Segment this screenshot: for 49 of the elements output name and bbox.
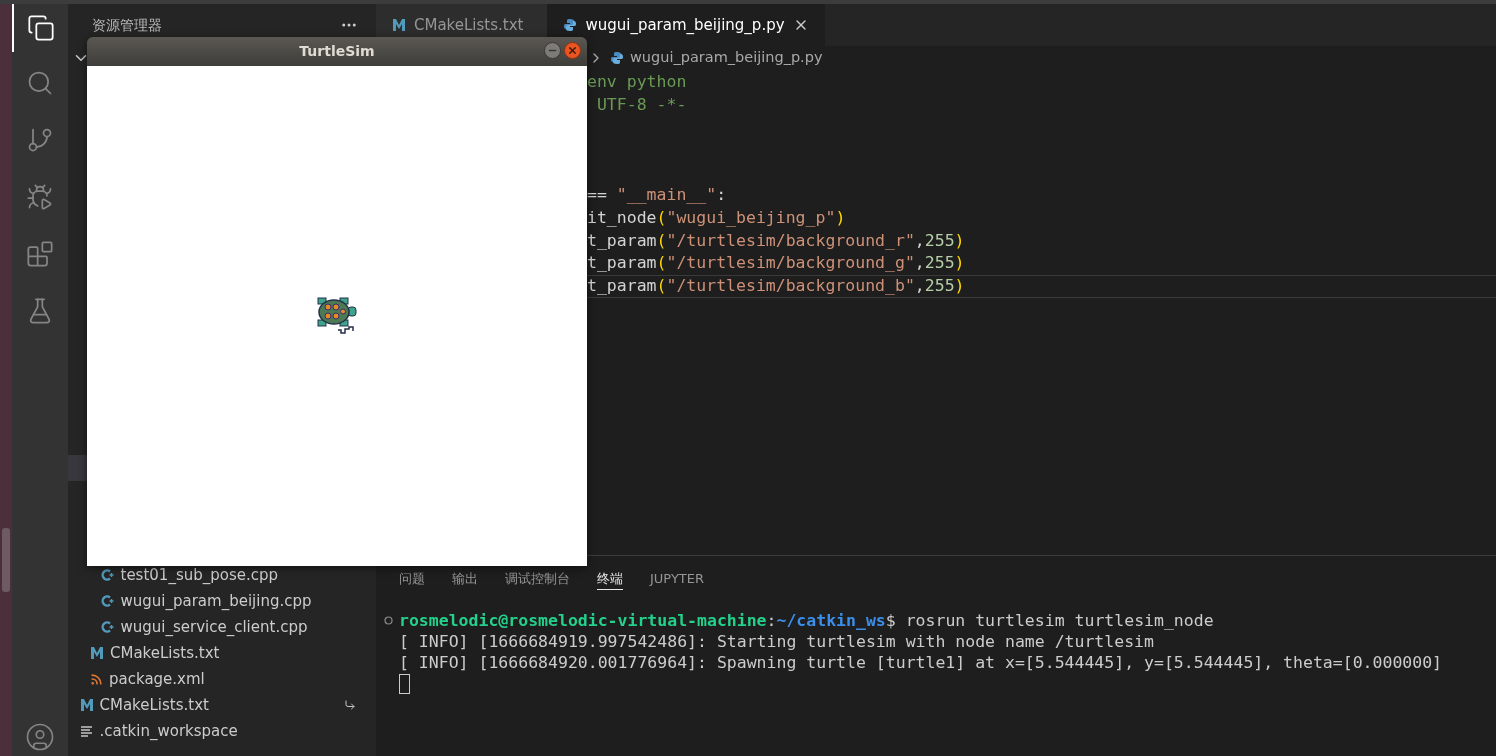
cpp-icon <box>100 620 115 634</box>
circle-icon <box>384 616 393 625</box>
close-button[interactable] <box>564 42 581 59</box>
m-icon <box>79 698 94 712</box>
minimize-button[interactable] <box>544 42 561 59</box>
extensions-icon[interactable] <box>26 240 54 268</box>
account-icon[interactable] <box>25 722 55 752</box>
lines-icon <box>79 724 94 738</box>
breadcrumb-item[interactable]: wugui_param_beijing_p.py <box>630 47 823 69</box>
file-tree-item[interactable]: .catkin_workspace <box>68 722 376 740</box>
editor-tab[interactable]: CMakeLists.txt <box>376 4 548 37</box>
panel-tab[interactable]: 问题 <box>399 568 425 590</box>
rss-icon <box>90 672 103 686</box>
terminal-output-line: [ INFO] [1666684920.001776964]: Spawning turtle [turtle1] at x=[5.544445], y=[5.544445], theta=[0.000000] <box>398 652 1444 673</box>
panel-tab[interactable]: 输出 <box>452 568 478 590</box>
close-icon <box>567 45 578 56</box>
corner-arrow-icon <box>344 699 356 711</box>
code-line: t_param("/turtlesim/background_b",255) <box>587 275 1496 298</box>
terminal-prompt: rosmelodic@rosmelodic-virtual-machine:~/catkin_ws$ rosrun turtlesim turtlesim_node <box>399 610 1214 631</box>
code-line: t_param("/turtlesim/background_g",255) <box>587 252 966 275</box>
file-tree-item[interactable]: wugui_service_client.cpp <box>68 618 376 636</box>
code-line: env python <box>587 71 688 93</box>
file-tree-item[interactable]: test01_sub_pose.cpp <box>68 566 376 584</box>
m-icon <box>392 18 406 32</box>
code-line: it_node("wugui_beijing_p") <box>587 207 847 230</box>
terminal-output-line: [ INFO] [1666684919.997542486]: Starting turtlesim with node name /turtlesim <box>398 631 1155 652</box>
terminal-cursor <box>399 674 410 694</box>
panel-tab[interactable]: JUPYTER <box>650 568 705 590</box>
files-icon[interactable] <box>27 14 55 42</box>
editor-tab[interactable]: wugui_param_beijing_p.py <box>547 4 825 46</box>
search-icon[interactable] <box>26 69 54 97</box>
file-tree-item[interactable]: package.xml <box>68 670 376 688</box>
panel-tab[interactable]: 终端 <box>597 568 623 590</box>
file-tree-item[interactable]: CMakeLists.txt <box>68 644 376 662</box>
python-icon <box>610 51 624 65</box>
panel-tab[interactable]: 调试控制台 <box>505 568 570 590</box>
run-debug-icon[interactable] <box>26 183 54 211</box>
sidebar-title: 资源管理器 <box>92 15 162 35</box>
file-tree-item[interactable]: CMakeLists.txt <box>68 696 376 714</box>
code-line: t_param("/turtlesim/background_r",255) <box>587 229 966 252</box>
window-title: TurtleSim <box>299 42 375 61</box>
source-control-icon[interactable] <box>26 126 54 154</box>
code-line: UTF-8 -*- <box>595 93 688 116</box>
cpp-icon <box>100 594 115 608</box>
m-icon <box>90 646 104 660</box>
code-line: == "__main__": <box>587 184 728 207</box>
python-icon <box>563 18 578 32</box>
cpp-icon <box>100 568 115 582</box>
file-tree-item[interactable]: wugui_param_beijing.cpp <box>68 592 376 610</box>
